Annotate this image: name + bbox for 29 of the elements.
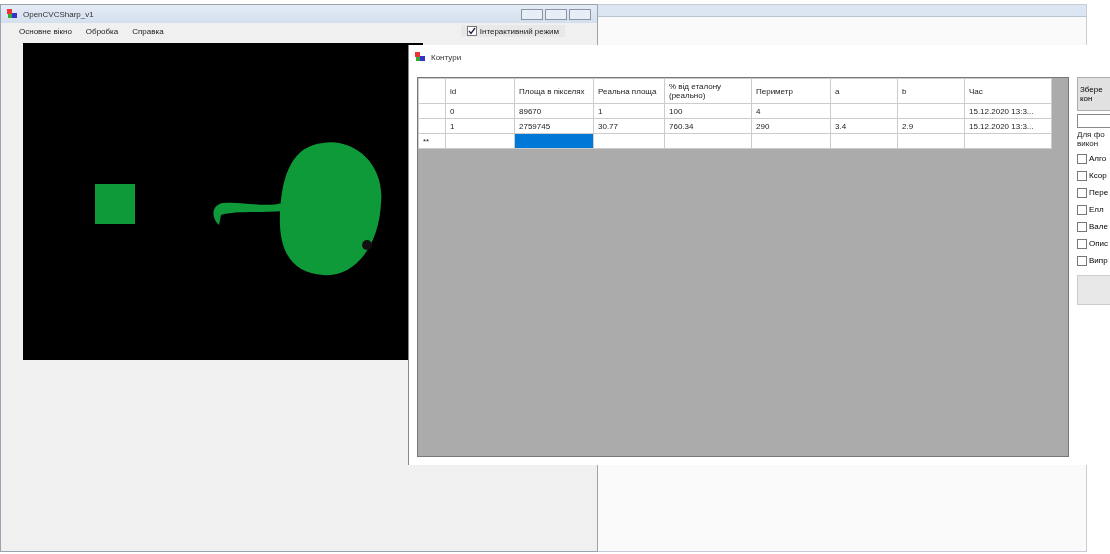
- option-checkbox[interactable]: Вале: [1077, 219, 1110, 234]
- option-checkbox[interactable]: Випр: [1077, 253, 1110, 268]
- menu-item[interactable]: Справка: [132, 26, 164, 36]
- app-icon: [7, 9, 19, 19]
- interactive-mode-checkbox[interactable]: Інтерактивний режим: [460, 25, 565, 37]
- column-header[interactable]: Периметр: [751, 78, 831, 104]
- close-button[interactable]: [569, 8, 591, 20]
- column-header[interactable]: Реальна площа: [593, 78, 665, 104]
- column-header[interactable]: b: [897, 78, 965, 104]
- option-checkbox[interactable]: Опис: [1077, 236, 1110, 251]
- minimize-button[interactable]: [521, 8, 543, 20]
- option-checkbox[interactable]: Пере: [1077, 185, 1110, 200]
- maximize-button[interactable]: [545, 8, 567, 20]
- column-header[interactable]: id: [445, 78, 515, 104]
- option-checkbox[interactable]: Ксор: [1077, 168, 1110, 183]
- menu-item[interactable]: Обробка: [85, 26, 119, 36]
- column-header[interactable]: a: [830, 78, 898, 104]
- app-icon: [415, 52, 427, 62]
- column-header[interactable]: Час: [964, 78, 1052, 104]
- window-title: OpenCVCSharp_v1: [23, 9, 94, 19]
- column-header[interactable]: % від еталону (реально): [664, 78, 752, 104]
- column-header[interactable]: Площа в пікселях: [514, 78, 594, 104]
- option-checkbox[interactable]: Алго: [1077, 151, 1110, 166]
- option-checkbox[interactable]: Елл: [1077, 202, 1110, 217]
- checkmark-icon: [467, 27, 476, 35]
- note-text: Для фо викон: [1077, 131, 1106, 149]
- window-title: Контури: [431, 52, 462, 62]
- save-button[interactable]: Збере кон: [1077, 77, 1110, 111]
- menu-item[interactable]: Основне вікно: [19, 26, 72, 36]
